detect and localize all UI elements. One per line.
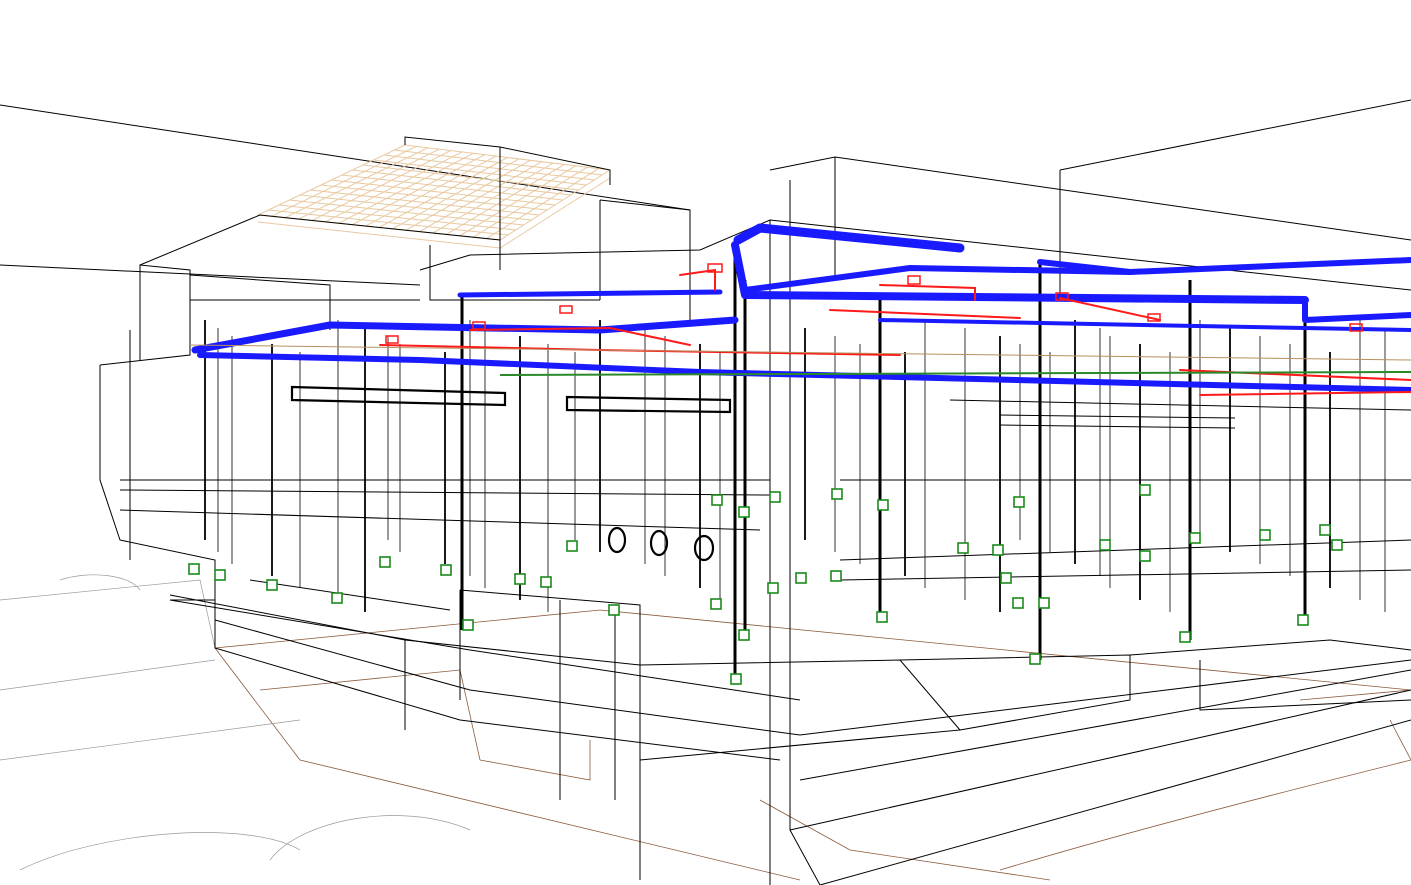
site-outline (0, 574, 1411, 881)
fixture-marker[interactable] (266, 579, 278, 591)
fixture-marker[interactable] (1139, 550, 1151, 562)
fixture-marker[interactable] (738, 629, 750, 641)
fixture-marker[interactable] (710, 598, 722, 610)
fixture-marker[interactable] (514, 573, 526, 585)
fixture-marker[interactable] (1000, 572, 1012, 584)
fixture-marker[interactable] (1319, 524, 1331, 536)
fixture-marker[interactable] (1013, 496, 1025, 508)
structure-wireframe (99, 136, 1411, 885)
wireframe-model-scene[interactable] (0, 0, 1411, 885)
fixture-marker[interactable] (1099, 539, 1111, 551)
fixture-marker[interactable] (608, 604, 620, 616)
fixture-marker[interactable] (1038, 597, 1050, 609)
fixture-marker[interactable] (1259, 529, 1271, 541)
supply-duct (191, 223, 1411, 393)
fixture-marker[interactable] (730, 673, 742, 685)
fixture-marker[interactable] (566, 540, 578, 552)
fixture-marker[interactable] (769, 491, 781, 503)
fixture-marker[interactable] (188, 563, 200, 575)
roof-grid (256, 144, 612, 249)
fixture-marker[interactable] (1189, 532, 1201, 544)
fixture-marker[interactable] (957, 542, 969, 554)
fixture-marker[interactable] (767, 582, 779, 594)
fixture-marker[interactable] (540, 576, 552, 588)
fixture-marker[interactable] (830, 570, 842, 582)
fixture-marker[interactable] (738, 506, 750, 518)
fixture-marker[interactable] (440, 564, 452, 576)
fixture-marker[interactable] (877, 499, 889, 511)
fixture-marker[interactable] (1139, 484, 1151, 496)
roof-grid-line (445, 164, 565, 235)
fixture-marker[interactable] (795, 572, 807, 584)
fixture-marker[interactable] (462, 619, 474, 631)
fixture-marker[interactable] (992, 544, 1004, 556)
fixture-marker[interactable] (1179, 631, 1191, 643)
fixture-marker[interactable] (711, 494, 723, 506)
fixtures (188, 484, 1343, 685)
fixture-marker[interactable] (379, 556, 391, 568)
fixture-marker[interactable] (1029, 653, 1041, 665)
roof-grid-line (472, 166, 588, 238)
fixture-marker[interactable] (331, 592, 343, 604)
fixture-marker[interactable] (1331, 539, 1343, 551)
fixture-marker[interactable] (876, 611, 888, 623)
fixture-marker[interactable] (1012, 597, 1024, 609)
fixture-marker[interactable] (1297, 614, 1309, 626)
roof-grid-line (486, 168, 599, 240)
roof-grid-line (459, 165, 577, 237)
model-viewport[interactable] (0, 0, 1411, 885)
fixture-marker[interactable] (214, 569, 226, 581)
pipe-drops (204, 320, 1386, 612)
fixture-marker[interactable] (831, 488, 843, 500)
